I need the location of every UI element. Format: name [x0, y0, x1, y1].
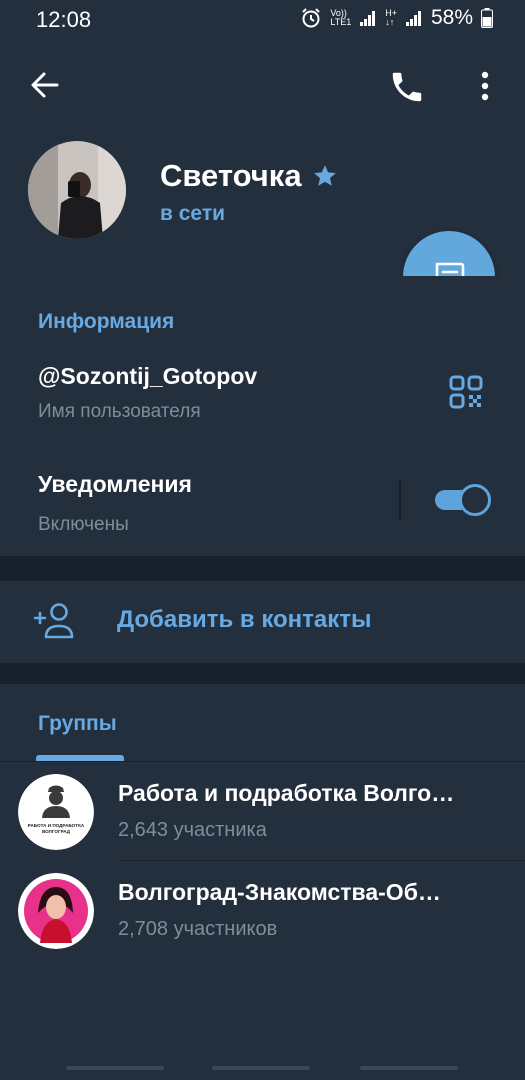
call-button[interactable]	[388, 68, 426, 106]
info-section-title: Информация	[38, 310, 175, 333]
section-gap	[0, 556, 525, 581]
hplus-indicator: H+ ↓↑	[385, 8, 397, 27]
username[interactable]: @Sozontij_Gotopov	[38, 363, 257, 390]
volte-indicator: Vo)) LTE1	[330, 8, 352, 27]
qr-code-button[interactable]	[449, 375, 483, 409]
tab-groups[interactable]: Группы	[38, 712, 117, 736]
battery-percent: 58%	[430, 6, 473, 29]
group-name: Работа и подработка Волго…	[118, 780, 455, 806]
group-avatar	[18, 873, 94, 949]
groups-section: Группы РАБОТА И ПОДРАБОТКА ВОЛГОГРАД Раб…	[0, 684, 525, 1080]
list-item[interactable]: РАБОТА И ПОДРАБОТКА ВОЛГОГРАД Работа и п…	[0, 762, 525, 860]
status-bar: 12:08 Vo)) LTE1 H+ ↓↑ 58%	[0, 0, 525, 40]
back-button[interactable]	[28, 68, 62, 102]
notifications-label[interactable]: Уведомления	[38, 471, 192, 498]
qr-code-icon	[449, 375, 483, 409]
nav-home-button[interactable]	[212, 1066, 310, 1070]
group-logo: РАБОТА И ПОДРАБОТКА ВОЛГОГРАД	[18, 774, 94, 850]
group-members: 2,708 участников	[118, 918, 278, 940]
navigation-bar	[0, 1054, 525, 1080]
alarm-icon	[300, 7, 322, 29]
add-contact-button[interactable]: Добавить в контакты	[0, 581, 525, 663]
group-members: 2,643 участника	[118, 819, 267, 841]
nav-recent-button[interactable]	[66, 1066, 164, 1070]
star-icon	[313, 165, 336, 186]
add-contact-label: Добавить в контакты	[117, 606, 372, 633]
group-photo	[18, 873, 94, 949]
section-gap	[0, 663, 525, 684]
add-user-icon	[33, 603, 74, 639]
arrow-left-icon	[31, 72, 59, 98]
more-menu-button[interactable]	[470, 68, 500, 106]
status-time: 12:08	[36, 7, 92, 32]
group-name: Волгоград-Знакомства-Об…	[118, 879, 441, 905]
divider	[399, 480, 401, 520]
logo-text-1: РАБОТА И ПОДРАБОТКА	[28, 823, 85, 828]
profile-avatar[interactable]	[28, 141, 126, 239]
nav-back-button[interactable]	[360, 1066, 458, 1070]
more-vertical-icon	[481, 71, 489, 101]
status-icons: Vo)) LTE1 H+ ↓↑ 58%	[300, 6, 493, 30]
phone-icon	[392, 72, 422, 102]
info-section: Информация @Sozontij_Gotopov Имя пользов…	[0, 276, 525, 556]
battery-icon	[481, 8, 493, 28]
online-status: в сети	[160, 202, 226, 225]
list-item[interactable]: Волгоград-Знакомства-Об… 2,708 участнико…	[0, 861, 525, 959]
profile-name: Светочка	[160, 158, 302, 193]
signal-icon	[405, 9, 423, 27]
notifications-state: Включены	[38, 514, 129, 535]
notifications-toggle[interactable]	[433, 484, 491, 516]
toggle-knob	[459, 484, 491, 516]
signal-icon	[359, 9, 377, 27]
group-avatar: РАБОТА И ПОДРАБОТКА ВОЛГОГРАД	[18, 774, 94, 850]
profile-photo	[28, 141, 126, 239]
logo-text-2: ВОЛГОГРАД	[42, 829, 71, 834]
username-caption: Имя пользователя	[38, 401, 201, 422]
